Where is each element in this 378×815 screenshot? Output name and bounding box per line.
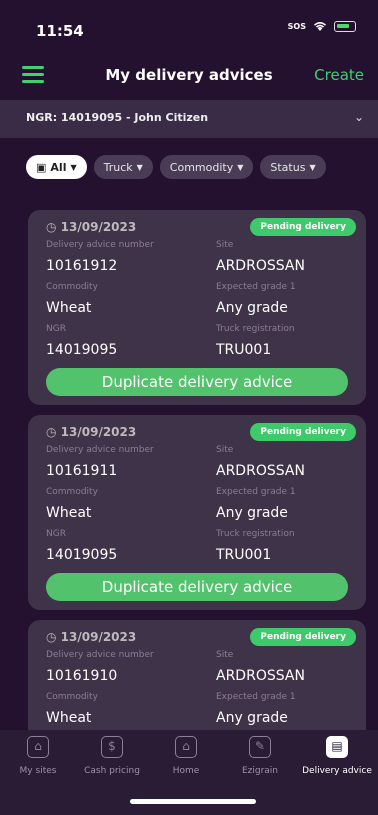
status-time: 11:54	[36, 22, 84, 40]
date-value: 13/09/2023	[60, 220, 137, 234]
card-date: ◷ 13/09/2023	[46, 630, 137, 644]
site-label: Site	[216, 445, 234, 455]
filter-truck[interactable]: Truck ▼	[93, 155, 153, 179]
delivery-advice-list: ◷ 13/09/2023 Pending delivery Delivery a…	[0, 210, 378, 730]
create-button[interactable]: Create	[314, 66, 364, 84]
grade-label: Expected grade 1	[216, 487, 296, 497]
grade-value: Any grade	[216, 710, 288, 726]
da-number-label: Delivery advice number	[46, 240, 154, 250]
ngr-value: 14019095	[46, 547, 118, 563]
truck-label: Truck registration	[216, 324, 295, 334]
duplicate-delivery-advice-button[interactable]: Duplicate delivery advice	[46, 368, 348, 396]
card-date: ◷ 13/09/2023	[46, 425, 137, 439]
status-badge: Pending delivery	[250, 423, 356, 441]
card-date: ◷ 13/09/2023	[46, 220, 137, 234]
delivery-advice-card[interactable]: ◷ 13/09/2023 Pending delivery Delivery a…	[28, 620, 366, 730]
filter-status-label: Status	[270, 160, 306, 174]
grade-label: Expected grade 1	[216, 282, 296, 292]
tab-my-sites[interactable]: ⌂ My sites	[3, 736, 73, 776]
chevron-down-icon: ⌄	[353, 110, 364, 124]
filter-commodity-label: Commodity	[169, 160, 234, 174]
delivery-advice-card[interactable]: ◷ 13/09/2023 Pending delivery Delivery a…	[28, 415, 366, 610]
ngr-value: 14019095	[46, 342, 118, 358]
sites-icon: ⌂	[27, 736, 49, 758]
dollar-icon: $	[101, 736, 123, 758]
da-number-value: 10161912	[46, 258, 118, 274]
da-number-label: Delivery advice number	[46, 650, 154, 660]
ngr-selector-label: NGR: 14019095 - John Citizen	[26, 111, 209, 124]
filter-bar: ▣ All ▼ Truck ▼ Commodity ▼ Status ▼	[26, 155, 326, 179]
commodity-value: Wheat	[46, 505, 92, 521]
app-header: My delivery advices Create	[0, 58, 378, 94]
commodity-label: Commodity	[46, 487, 98, 497]
tab-home[interactable]: ⌂ Home	[151, 736, 221, 776]
filter-status[interactable]: Status ▼	[260, 155, 326, 179]
status-icons: SOS	[288, 20, 356, 32]
commodity-value: Wheat	[46, 710, 92, 726]
truck-value: TRU001	[216, 547, 272, 563]
site-value: ARDROSSAN	[216, 258, 305, 274]
tab-ezigrain[interactable]: ✎ Ezigrain	[225, 736, 295, 776]
duplicate-delivery-advice-button[interactable]: Duplicate delivery advice	[46, 573, 348, 601]
chevron-down-icon: ▼	[309, 162, 316, 172]
da-number-value: 10161911	[46, 463, 118, 479]
site-label: Site	[216, 240, 234, 250]
date-value: 13/09/2023	[60, 630, 137, 644]
da-number-value: 10161910	[46, 668, 118, 684]
tab-cash-pricing[interactable]: $ Cash pricing	[77, 736, 147, 776]
pencil-icon: ✎	[249, 736, 271, 758]
status-badge: Pending delivery	[250, 628, 356, 646]
filter-truck-label: Truck	[103, 160, 133, 174]
chevron-down-icon: ▼	[237, 162, 244, 172]
delivery-advice-icon: ▤	[326, 736, 348, 758]
ngr-selector[interactable]: NGR: 14019095 - John Citizen ⌄	[0, 100, 378, 138]
grade-value: Any grade	[216, 505, 288, 521]
filter-all[interactable]: ▣ All ▼	[26, 155, 87, 179]
grade-value: Any grade	[216, 300, 288, 316]
sos-label: SOS	[287, 21, 306, 31]
tab-label: Home	[172, 766, 200, 776]
tab-label: Ezigrain	[241, 766, 279, 776]
commodity-value: Wheat	[46, 300, 92, 316]
home-indicator	[130, 799, 256, 804]
date-value: 13/09/2023	[60, 425, 137, 439]
wifi-icon	[313, 22, 327, 31]
truck-label: Truck registration	[216, 529, 295, 539]
commodity-label: Commodity	[46, 282, 98, 292]
ngr-label: NGR	[46, 324, 66, 334]
da-number-label: Delivery advice number	[46, 445, 154, 455]
battery-icon	[334, 20, 356, 32]
delivery-advice-card[interactable]: ◷ 13/09/2023 Pending delivery Delivery a…	[28, 210, 366, 405]
site-value: ARDROSSAN	[216, 668, 305, 684]
filter-commodity[interactable]: Commodity ▼	[159, 155, 254, 179]
chevron-down-icon: ▼	[136, 162, 143, 172]
grade-label: Expected grade 1	[216, 692, 296, 702]
tab-label: Delivery advice	[302, 766, 372, 776]
site-label: Site	[216, 650, 234, 660]
tab-label: Cash pricing	[84, 766, 140, 776]
home-icon: ⌂	[175, 736, 197, 758]
commodity-label: Commodity	[46, 692, 98, 702]
status-badge: Pending delivery	[250, 218, 356, 236]
filter-all-label: All	[50, 160, 67, 174]
chevron-down-icon: ▼	[70, 162, 77, 172]
calendar-icon: ▣	[36, 160, 47, 174]
ngr-label: NGR	[46, 529, 66, 539]
truck-value: TRU001	[216, 342, 272, 358]
status-bar: 11:54 SOS	[0, 0, 378, 44]
tab-delivery-advice[interactable]: ▤ Delivery advice	[302, 736, 372, 776]
site-value: ARDROSSAN	[216, 463, 305, 479]
tab-label: My sites	[19, 766, 57, 776]
